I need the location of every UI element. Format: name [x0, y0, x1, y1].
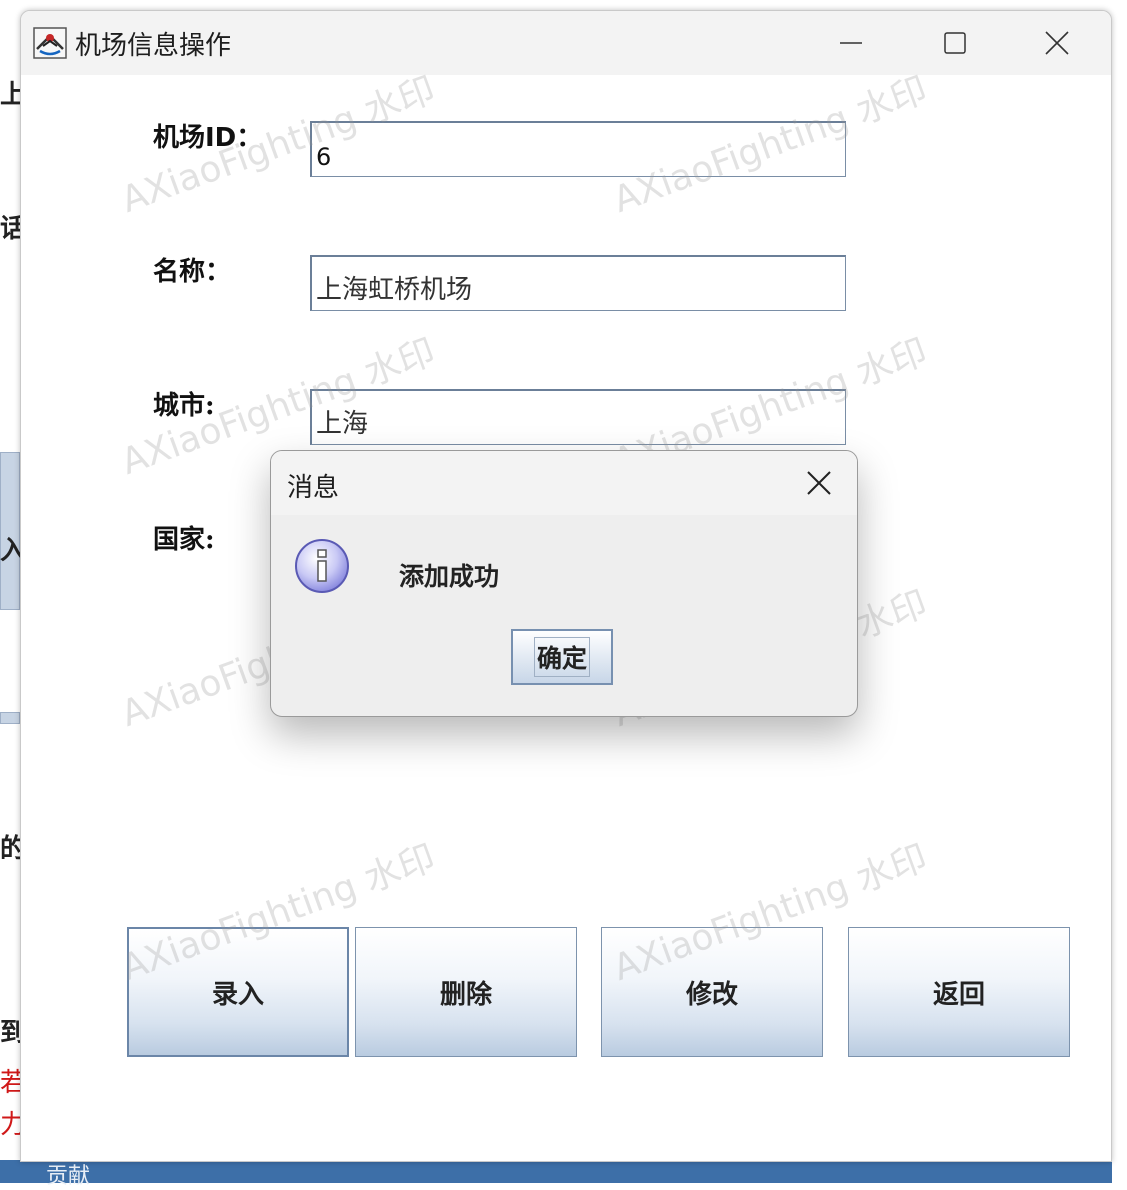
close-button[interactable]	[1009, 11, 1105, 75]
message-dialog: 消息 添加成功 确定	[270, 450, 858, 717]
modify-button[interactable]: 修改	[601, 927, 823, 1057]
java-cup-icon	[33, 27, 67, 59]
title-bar[interactable]: 机场信息操作	[21, 11, 1111, 75]
country-label: 国家:	[153, 525, 215, 555]
ok-button-label: 确定	[533, 637, 590, 677]
info-icon	[295, 539, 349, 593]
taskbar	[0, 1160, 1112, 1183]
minimize-button[interactable]	[803, 11, 899, 75]
airport-id-label: 机场ID：	[153, 123, 263, 153]
dialog-message: 添加成功	[399, 562, 500, 591]
delete-button[interactable]: 删除	[355, 927, 577, 1057]
name-input[interactable]	[310, 255, 846, 311]
ok-button[interactable]: 确定	[511, 629, 613, 685]
dialog-title: 消息	[287, 473, 340, 503]
bg-tab	[0, 712, 20, 724]
minimize-icon	[840, 42, 862, 44]
dialog-title-bar[interactable]: 消息	[271, 451, 857, 515]
back-button[interactable]: 返回	[848, 927, 1070, 1057]
maximize-button[interactable]	[907, 11, 1003, 75]
enter-button[interactable]: 录入	[127, 927, 349, 1057]
close-icon	[1045, 31, 1069, 55]
maximize-icon	[944, 32, 966, 54]
name-label: 名称：	[153, 257, 232, 287]
dialog-close-button[interactable]	[791, 459, 847, 507]
city-input[interactable]	[310, 389, 846, 445]
window-title: 机场信息操作	[75, 31, 232, 61]
city-label: 城市:	[153, 391, 215, 421]
airport-id-input[interactable]	[310, 121, 846, 177]
taskbar-text: 贡献	[46, 1164, 91, 1189]
close-icon	[807, 471, 831, 495]
